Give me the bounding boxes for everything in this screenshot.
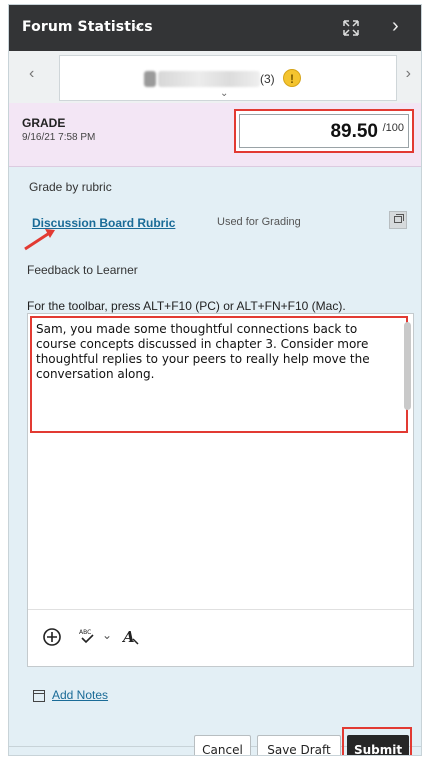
grade-value[interactable]: 89.50 [330,121,378,143]
submit-button[interactable]: Submit [347,735,409,755]
expand-arrows-icon[interactable] [341,19,361,37]
chevron-right-icon[interactable]: › [392,15,399,38]
chevron-right-icon[interactable]: › [406,65,411,83]
chevron-left-icon[interactable]: ‹ [29,65,34,83]
grade-highlight: 89.50 /100 [234,109,414,153]
notes-icon [33,690,45,702]
grade-label: GRADE [22,116,66,130]
chevron-down-icon[interactable]: ⌄ [102,628,112,642]
grade-input[interactable]: 89.50 /100 [239,114,409,148]
rubric-status: Used for Grading [217,216,301,228]
popout-icon[interactable] [389,211,407,229]
grade-max: /100 [382,122,404,134]
student-name-blurred [158,71,260,87]
student-navigation: ‹ (3) ! ⌄ › [9,51,421,104]
needs-grading-icon: ! [283,69,301,87]
post-count: (3) [260,72,275,86]
svg-text:ABC: ABC [79,629,91,636]
grade-date: 9/16/21 7:58 PM [22,132,96,143]
chevron-up-icon[interactable]: ︿ [220,749,229,755]
toolbar-hint: For the toolbar, press ALT+F10 (PC) or A… [27,299,346,313]
chevron-down-icon[interactable]: ⌵ [133,19,142,34]
annotation-arrow-icon [24,229,55,251]
editor-toolbar: ABC ⌄ A [28,609,413,666]
save-draft-button[interactable]: Save Draft [257,735,341,755]
clear-formatting-icon[interactable]: A [122,627,140,645]
student-avatar-blurred [144,71,156,87]
sidebar-header: Forum Statistics ⌵ › [9,5,421,51]
feedback-text[interactable]: Sam, you made some thoughtful connection… [36,322,398,382]
chevron-down-icon[interactable]: ⌄ [220,88,228,99]
feedback-editor[interactable]: Sam, you made some thoughtful connection… [27,313,414,667]
grading-sidebar: Forum Statistics ⌵ › ‹ (3) ! ⌄ › GRADE 9… [8,4,422,756]
add-notes-link[interactable]: Add Notes [52,688,108,702]
spellcheck-icon[interactable]: ABC [78,627,96,645]
editor-scrollbar[interactable] [404,322,411,410]
svg-text:A: A [122,628,135,645]
feedback-highlight: Sam, you made some thoughtful connection… [30,316,408,433]
add-content-icon[interactable] [42,627,62,647]
feedback-label: Feedback to Learner [27,263,138,277]
grade-panel: GRADE 9/16/21 7:58 PM 89.50 /100 [9,103,421,167]
grade-by-rubric-label: Grade by rubric [29,180,112,194]
student-selector[interactable]: (3) ! ⌄ [59,55,397,101]
